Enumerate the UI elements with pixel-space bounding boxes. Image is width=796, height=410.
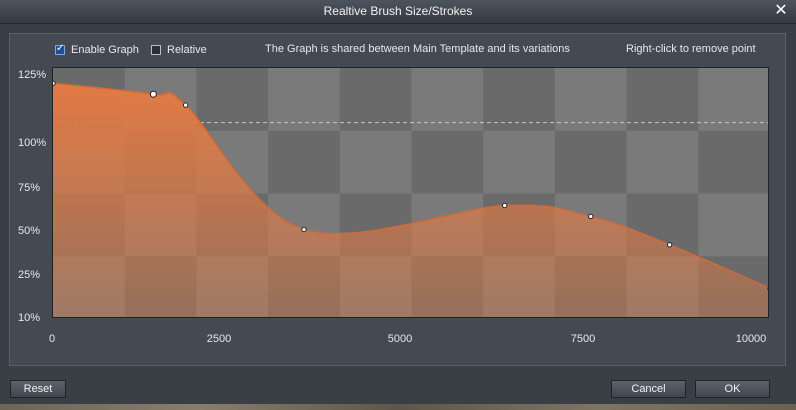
x-label-0: 0 (48, 333, 56, 345)
control-point[interactable] (666, 242, 673, 248)
brush-size-graph[interactable] (52, 67, 769, 318)
checker-tile (698, 130, 768, 194)
graph-svg[interactable] (53, 68, 769, 318)
y-label-100: 100% (18, 137, 47, 149)
checker-tile (411, 130, 484, 194)
relative-checkbox[interactable]: Relative (151, 43, 207, 57)
cancel-button[interactable]: Cancel (611, 380, 686, 398)
checker-tile (483, 130, 556, 194)
checker-tile (554, 68, 628, 132)
control-point[interactable] (182, 102, 189, 108)
control-point[interactable] (53, 80, 56, 86)
checker-tile (268, 68, 341, 132)
ok-button[interactable]: OK (695, 380, 770, 398)
control-point[interactable] (301, 226, 307, 233)
checker-tile (196, 68, 269, 132)
control-point[interactable] (588, 213, 594, 220)
enable-graph-label: Enable Graph (71, 44, 139, 56)
window-title: Realtive Brush Size/Strokes (323, 4, 473, 18)
y-label-125: 125% (18, 69, 47, 81)
x-label-2500: 2500 (206, 333, 232, 345)
right-click-hint: Right-click to remove point (626, 43, 756, 55)
checker-tile (698, 193, 768, 257)
checker-tile (626, 130, 699, 194)
shared-info-text: The Graph is shared between Main Templat… (265, 43, 570, 55)
x-label-5000: 5000 (387, 333, 413, 345)
enable-graph-checkbox[interactable]: Enable Graph (55, 43, 139, 57)
checker-tile (411, 68, 484, 132)
control-point[interactable] (502, 202, 508, 209)
close-icon[interactable]: ✕ (774, 3, 788, 19)
control-point[interactable] (767, 286, 769, 291)
background-strip (0, 404, 796, 410)
checker-tile (339, 130, 412, 194)
y-label-75: 75% (18, 182, 41, 194)
relative-label: Relative (167, 44, 207, 56)
y-label-10: 10% (18, 312, 41, 324)
control-point[interactable] (149, 90, 157, 98)
checker-tile (554, 130, 628, 194)
checker-tile (268, 130, 341, 194)
checker-tile (626, 68, 699, 132)
x-label-7500: 7500 (570, 333, 596, 345)
checker-tile (339, 68, 412, 132)
checker-tile (698, 68, 768, 132)
reset-button[interactable]: Reset (10, 380, 66, 398)
y-label-50: 50% (18, 225, 41, 237)
title-bar: Realtive Brush Size/Strokes ✕ (0, 0, 796, 24)
relative-checkbox-box[interactable] (151, 45, 161, 55)
x-label-10000: 10000 (735, 333, 767, 345)
y-label-25: 25% (18, 269, 41, 281)
enable-graph-checkbox-box[interactable] (55, 43, 65, 55)
checker-tile (483, 68, 556, 132)
